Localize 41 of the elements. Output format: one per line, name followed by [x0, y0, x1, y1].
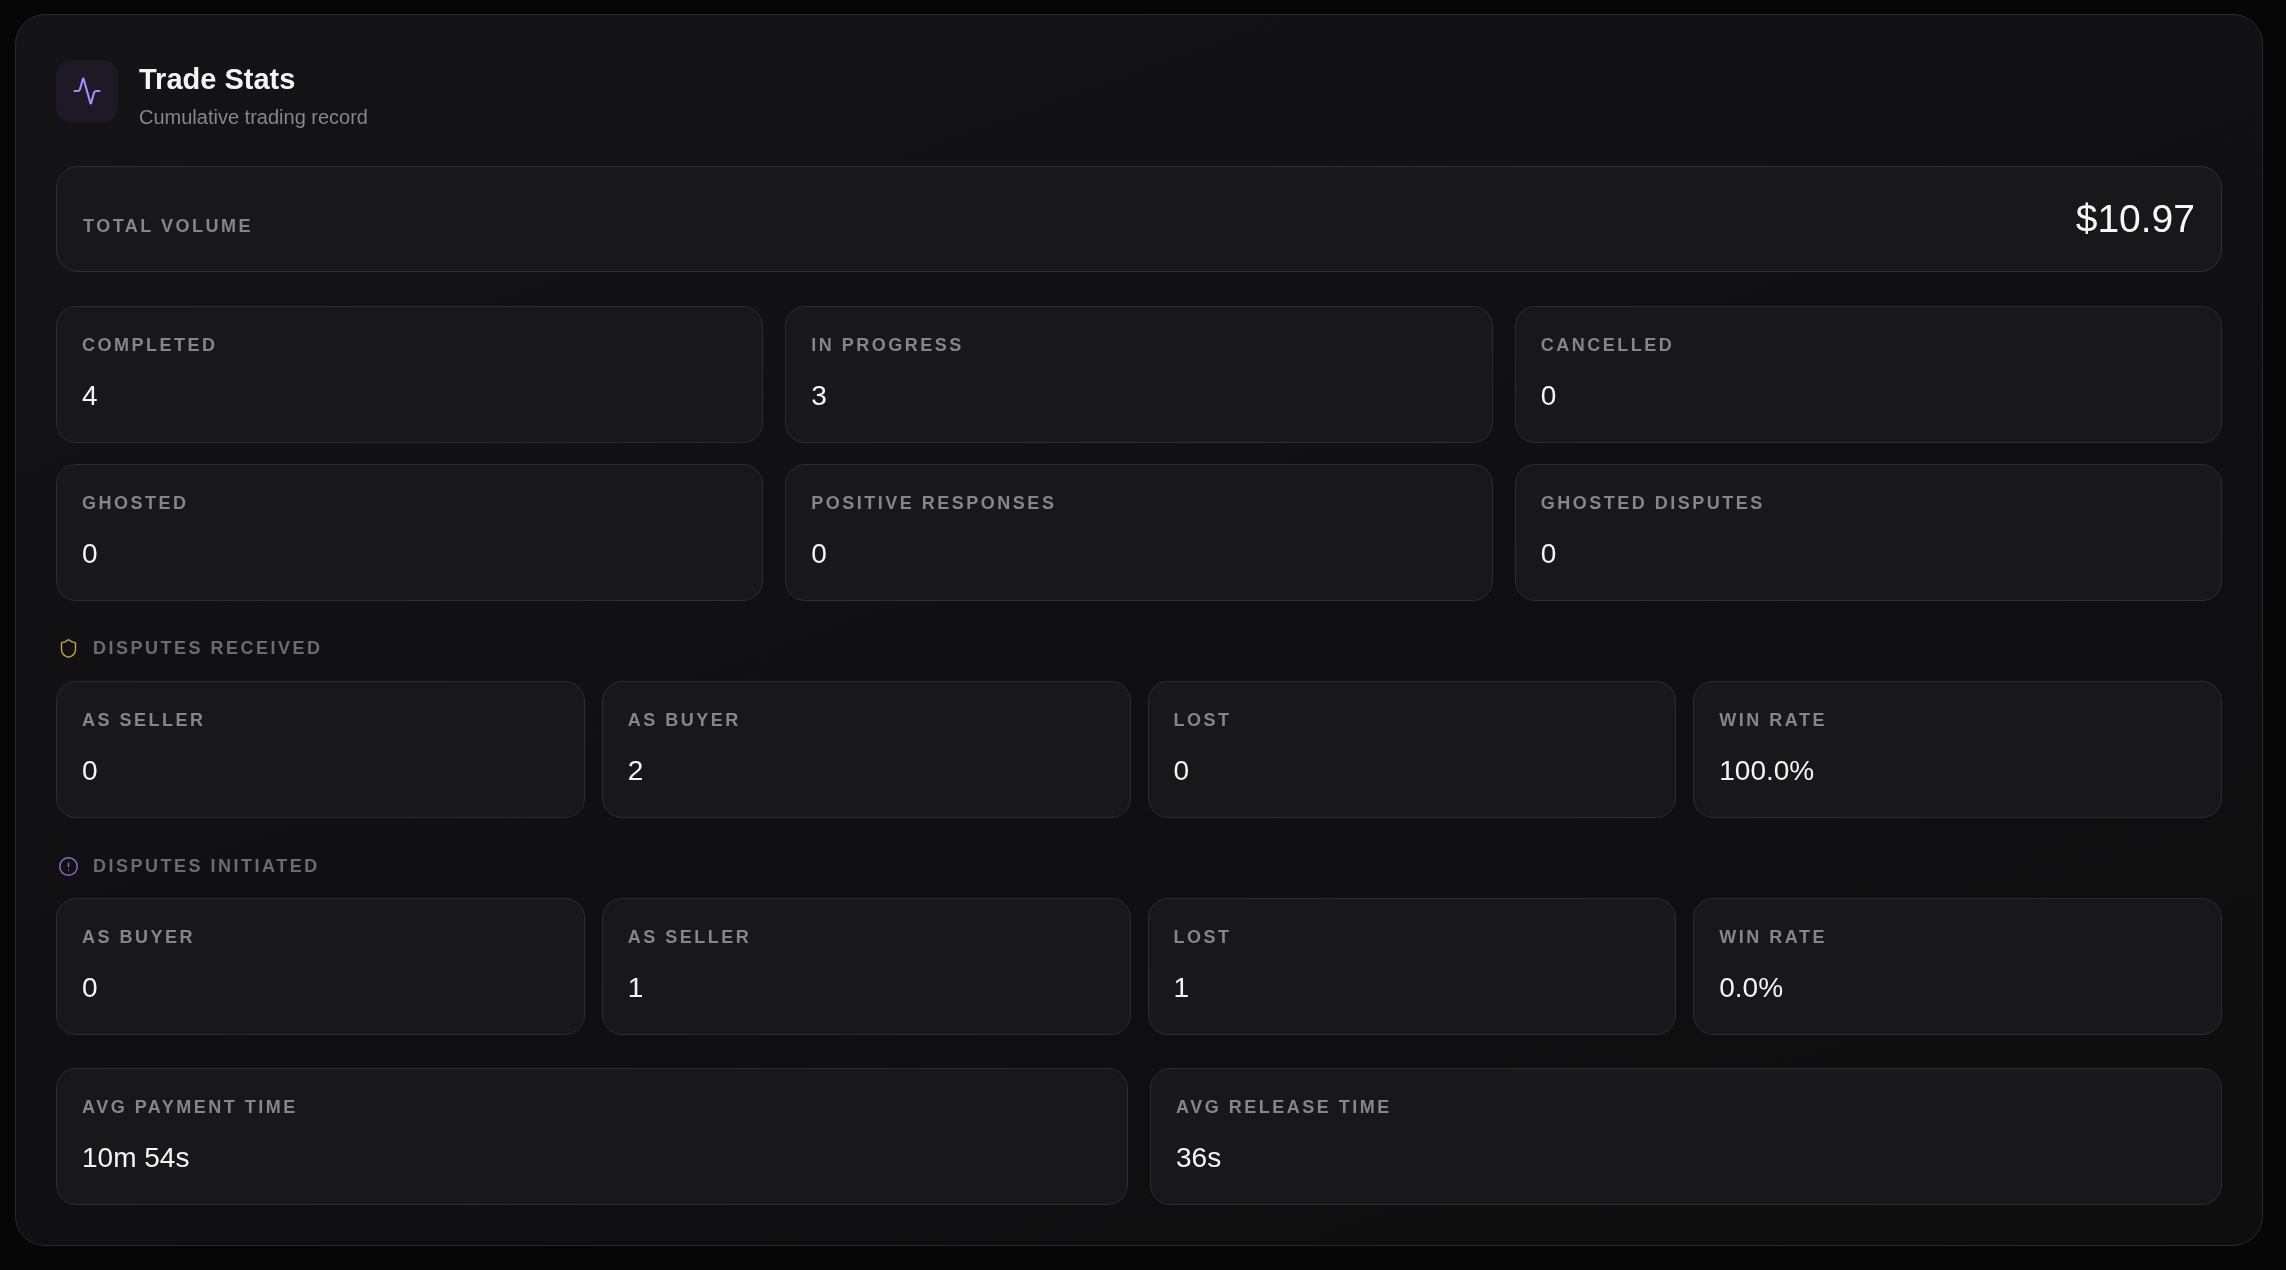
stat-label: AVG RELEASE TIME [1176, 1096, 1392, 1118]
stat-value: 0 [1173, 754, 1190, 788]
stat-label: AS BUYER [82, 926, 195, 948]
pulse-icon [56, 60, 118, 122]
stat-value: 0 [1540, 379, 1557, 413]
stat-label: TOTAL VOLUME [83, 214, 253, 237]
stat-label: LOST [1173, 709, 1232, 731]
stat-label: WIN RATE [1719, 926, 1827, 948]
stat-label: AS BUYER [627, 709, 741, 731]
stat-value: 1 [627, 971, 644, 1005]
stat-value: 4 [82, 379, 98, 413]
alert-circle-icon [58, 855, 79, 877]
stat-label: COMPLETED [82, 334, 218, 356]
stat-label: POSITIVE RESPONSES [811, 492, 1057, 514]
section-heading: DISPUTES INITIATED [93, 855, 320, 877]
stat-value: 3 [811, 379, 827, 413]
stat-label: LOST [1173, 926, 1232, 948]
shield-icon [58, 637, 79, 659]
stat-value: 0 [1540, 537, 1557, 571]
panel-subtitle: Cumulative trading record [139, 105, 368, 129]
stat-value: 100.0% [1719, 754, 1815, 788]
section-heading: DISPUTES RECEIVED [93, 637, 323, 659]
stat-value: 0 [82, 971, 98, 1005]
total-volume-value: $10.97 [2075, 196, 2195, 242]
stat-value: 0 [811, 537, 827, 571]
panel-title: Trade Stats [139, 62, 297, 97]
stat-value: 0 [82, 754, 98, 788]
stat-value: 2 [627, 754, 644, 788]
stat-label: GHOSTED [82, 492, 189, 514]
stat-label: CANCELLED [1540, 334, 1675, 356]
stat-value: 1 [1173, 971, 1190, 1005]
stat-label: AVG PAYMENT TIME [82, 1096, 298, 1118]
stat-label: AS SELLER [82, 709, 206, 731]
stat-label: IN PROGRESS [811, 334, 964, 356]
stat-value: 10m 54s [82, 1141, 190, 1175]
stat-label: AS SELLER [627, 926, 752, 948]
stat-value: 0.0% [1719, 971, 1784, 1005]
stat-label: GHOSTED DISPUTES [1540, 492, 1765, 514]
stat-label: WIN RATE [1719, 709, 1827, 731]
stat-value: 0 [82, 537, 98, 571]
stat-value: 36s [1176, 1141, 1222, 1175]
